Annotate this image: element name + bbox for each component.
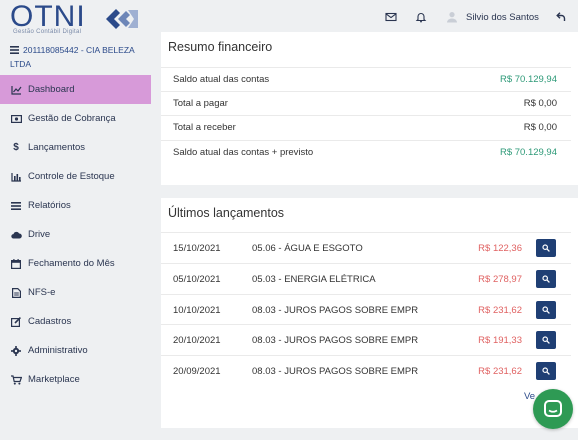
sidebar-item-gestao-cobranca[interactable]: Gestão de Cobrança [0, 104, 151, 133]
edit-icon [10, 316, 22, 328]
resumo-title: Resumo financeiro [168, 40, 273, 54]
tx-desc: 05.06 - ÁGUA E ESGOTO [252, 243, 363, 254]
chat-icon [544, 400, 562, 417]
sidebar-item-dashboard[interactable]: Dashboard [0, 75, 151, 104]
mail-icon[interactable] [385, 11, 397, 23]
gear-icon [10, 345, 22, 357]
tx-amount: R$ 231,62 [478, 366, 522, 377]
tx-desc: 08.03 - JUROS PAGOS SOBRE EMPR [252, 305, 419, 316]
tx-amount: R$ 278,97 [478, 274, 522, 285]
sidebar-item-label: Controle de Estoque [28, 171, 115, 182]
file-icon [10, 287, 22, 299]
tx-amount: R$ 122,36 [478, 243, 522, 254]
sidebar-item-label: NFS-e [28, 287, 56, 298]
fin-row: Saldo atual das contas R$ 70.129,94 [161, 67, 571, 91]
sidebar-item-label: Gestão de Cobrança [28, 113, 116, 124]
sidebar-item-lancamentos[interactable]: $ Lançamentos [0, 133, 151, 162]
lancamentos-title: Últimos lançamentos [168, 206, 285, 220]
user-avatar-icon[interactable] [446, 11, 458, 23]
hamburger-icon[interactable] [10, 45, 19, 58]
sidebar-item-relatorios[interactable]: Relatórios [0, 191, 151, 220]
search-icon [542, 367, 550, 375]
fin-value: R$ 70.129,94 [499, 147, 557, 158]
chart-line-icon [10, 84, 22, 96]
sidebar-item-fechamento-mes[interactable]: Fechamento do Mês [0, 249, 151, 278]
view-button[interactable] [536, 301, 556, 319]
cloud-icon [10, 229, 22, 241]
view-button[interactable] [536, 270, 556, 288]
table-row: 20/10/2021 08.03 - JUROS PAGOS SOBRE EMP… [161, 324, 571, 355]
sidebar-item-drive[interactable]: Drive [0, 220, 151, 249]
bar-chart-icon [10, 171, 22, 183]
calendar-icon [10, 258, 22, 270]
fin-label: Saldo atual das contas [173, 74, 270, 85]
tx-amount: R$ 231,62 [478, 305, 522, 316]
tx-date: 20/09/2021 [173, 366, 221, 377]
cart-icon [10, 374, 22, 386]
table-row: 20/09/2021 08.03 - JUROS PAGOS SOBRE EMP… [161, 355, 571, 386]
sidebar-item-label: Relatórios [28, 200, 71, 211]
dollar-icon: $ [13, 142, 19, 153]
sidebar-menu: Dashboard Gestão de Cobrança $ Lançament… [0, 75, 151, 394]
search-icon [542, 275, 550, 283]
fin-label: Total a receber [173, 122, 236, 133]
fin-label: Saldo atual das contas + previsto [173, 147, 314, 158]
ver-mais-link[interactable]: Ve [524, 391, 535, 402]
fin-row: Saldo atual das contas + previsto R$ 70.… [161, 140, 571, 164]
sidebar-item-label: Marketplace [28, 374, 80, 385]
sidebar-item-label: Lançamentos [28, 142, 86, 153]
sidebar-item-cadastros[interactable]: Cadastros [0, 307, 151, 336]
tx-date: 20/10/2021 [173, 335, 221, 346]
tx-date: 15/10/2021 [173, 243, 221, 254]
ultimos-lancamentos-card: Últimos lançamentos 15/10/2021 05.06 - Á… [161, 198, 578, 428]
view-button[interactable] [536, 239, 556, 257]
sidebar-item-marketplace[interactable]: Marketplace [0, 365, 151, 394]
search-icon [542, 336, 550, 344]
fin-value: R$ 0,00 [523, 122, 557, 133]
chat-launcher-button[interactable] [533, 389, 573, 429]
logo-mark-icon [106, 9, 138, 29]
tx-date: 10/10/2021 [173, 305, 221, 316]
view-button[interactable] [536, 362, 556, 380]
tx-desc: 08.03 - JUROS PAGOS SOBRE EMPR [252, 335, 419, 346]
sidebar-item-label: Dashboard [28, 84, 75, 95]
sidebar-item-label: Administrativo [28, 345, 88, 356]
user-name[interactable]: Silvio dos Santos [466, 12, 539, 23]
sidebar-item-controle-estoque[interactable]: Controle de Estoque [0, 162, 151, 191]
fin-value: R$ 70.129,94 [499, 74, 557, 85]
bell-icon[interactable] [415, 11, 427, 23]
fin-label: Total a pagar [173, 98, 228, 109]
sidebar-item-label: Cadastros [28, 316, 72, 327]
company-label: 201118085442 - CIA BELEZA LTDA [10, 45, 135, 69]
logout-icon[interactable] [555, 11, 567, 23]
money-bill-icon [10, 113, 22, 125]
sidebar: OTNI Gestão Contábil Digital 20111808544… [0, 0, 151, 440]
fin-value: R$ 0,00 [523, 98, 557, 109]
resumo-financeiro-card: Resumo financeiro Saldo atual das contas… [161, 32, 578, 185]
table-row: 15/10/2021 05.06 - ÁGUA E ESGOTO R$ 122,… [161, 232, 571, 263]
tx-desc: 08.03 - JUROS PAGOS SOBRE EMPR [252, 366, 419, 377]
tx-desc: 05.03 - ENERGIA ELÉTRICA [252, 274, 376, 285]
fin-row: Total a pagar R$ 0,00 [161, 91, 571, 115]
otni-logo[interactable]: OTNI Gestão Contábil Digital [10, 0, 140, 36]
fin-row: Total a receber R$ 0,00 [161, 115, 571, 139]
list-icon [10, 200, 22, 212]
sidebar-item-administrativo[interactable]: Administrativo [0, 336, 151, 365]
logo-subtitle: Gestão Contábil Digital [13, 29, 82, 35]
sidebar-item-nfse[interactable]: NFS-e [0, 278, 151, 307]
sidebar-item-label: Drive [28, 229, 51, 240]
tx-date: 05/10/2021 [173, 274, 221, 285]
sidebar-item-label: Fechamento do Mês [28, 258, 115, 269]
table-row: 05/10/2021 05.03 - ENERGIA ELÉTRICA R$ 2… [161, 263, 571, 294]
tx-amount: R$ 191,33 [478, 335, 522, 346]
table-row: 10/10/2021 08.03 - JUROS PAGOS SOBRE EMP… [161, 294, 571, 325]
search-icon [542, 306, 550, 314]
view-button[interactable] [536, 331, 556, 349]
search-icon [542, 244, 550, 252]
company-selector[interactable]: 201118085442 - CIA BELEZA LTDA [10, 44, 145, 71]
